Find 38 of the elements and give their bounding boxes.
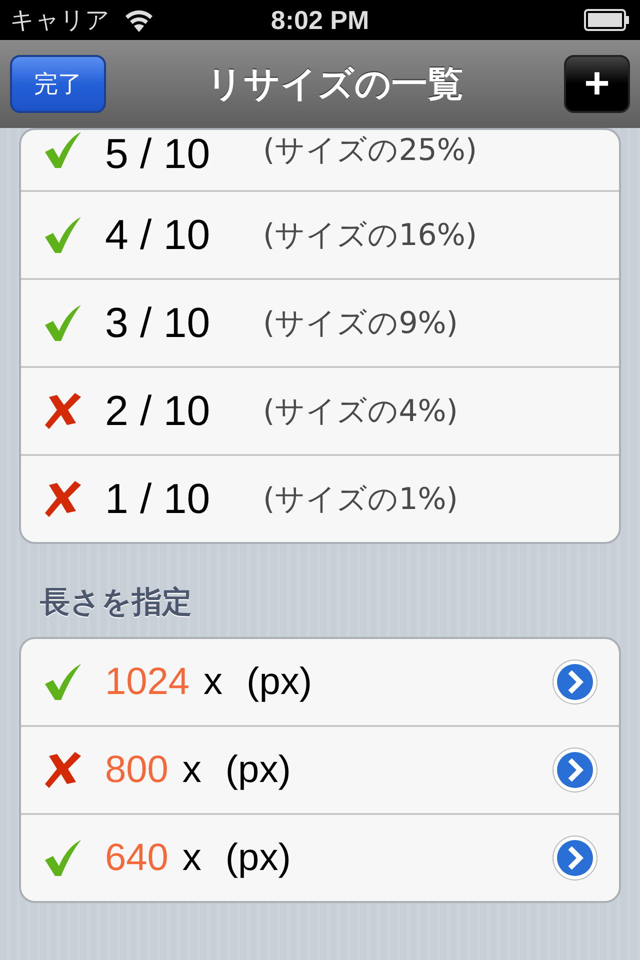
ratio-label: 3 / 10 [105, 299, 212, 347]
nav-title: リサイズの一覧 [206, 62, 464, 106]
length-row[interactable]: 800 x (px) [21, 725, 619, 813]
ratio-label: 5 / 10 [105, 130, 212, 178]
length-row[interactable]: 1024 x (px) [21, 639, 619, 725]
size-note: (サイズの25%) [263, 132, 478, 170]
size-note: (サイズの9%) [263, 304, 458, 342]
length-value: 640 [105, 836, 168, 880]
done-button[interactable]: 完了 [10, 55, 106, 113]
length-value: 800 [105, 748, 168, 792]
times-sign: x [204, 660, 223, 704]
times-sign: x [182, 836, 202, 880]
status-time: 8:02 PM [270, 4, 370, 36]
carrier-label: キャリア [10, 5, 110, 36]
times-sign: x [182, 748, 202, 792]
add-button[interactable]: + [564, 55, 630, 113]
ratio-row[interactable]: 3 / 10 (サイズの9%) [21, 278, 619, 366]
ratio-label: 2 / 10 [105, 387, 212, 435]
size-note: (サイズの16%) [263, 216, 478, 254]
unit-label: (px) [246, 660, 313, 704]
ratio-row[interactable]: 4 / 10 (サイズの16%) [21, 190, 619, 278]
ratio-row[interactable]: 5 / 10 (サイズの25%) [21, 130, 619, 190]
ratio-row[interactable]: 2 / 10 (サイズの4%) [21, 366, 619, 454]
unit-label: (px) [225, 748, 292, 792]
size-note: (サイズの4%) [263, 392, 458, 430]
disclosure-icon[interactable] [551, 658, 599, 706]
wifi-icon [124, 8, 154, 32]
disclosure-icon[interactable] [551, 746, 599, 794]
ratio-row[interactable]: 1 / 10 (サイズの1%) [21, 454, 619, 542]
length-value: 1024 [105, 660, 190, 704]
unit-label: (px) [225, 836, 292, 880]
ratio-label: 4 / 10 [105, 211, 212, 259]
battery-icon [584, 9, 630, 31]
ratio-label: 1 / 10 [105, 475, 212, 523]
length-row[interactable]: 640 x (px) [21, 813, 619, 901]
size-note: (サイズの1%) [263, 480, 458, 518]
section-header: 長さを指定 [39, 584, 193, 622]
disclosure-icon[interactable] [551, 834, 599, 882]
